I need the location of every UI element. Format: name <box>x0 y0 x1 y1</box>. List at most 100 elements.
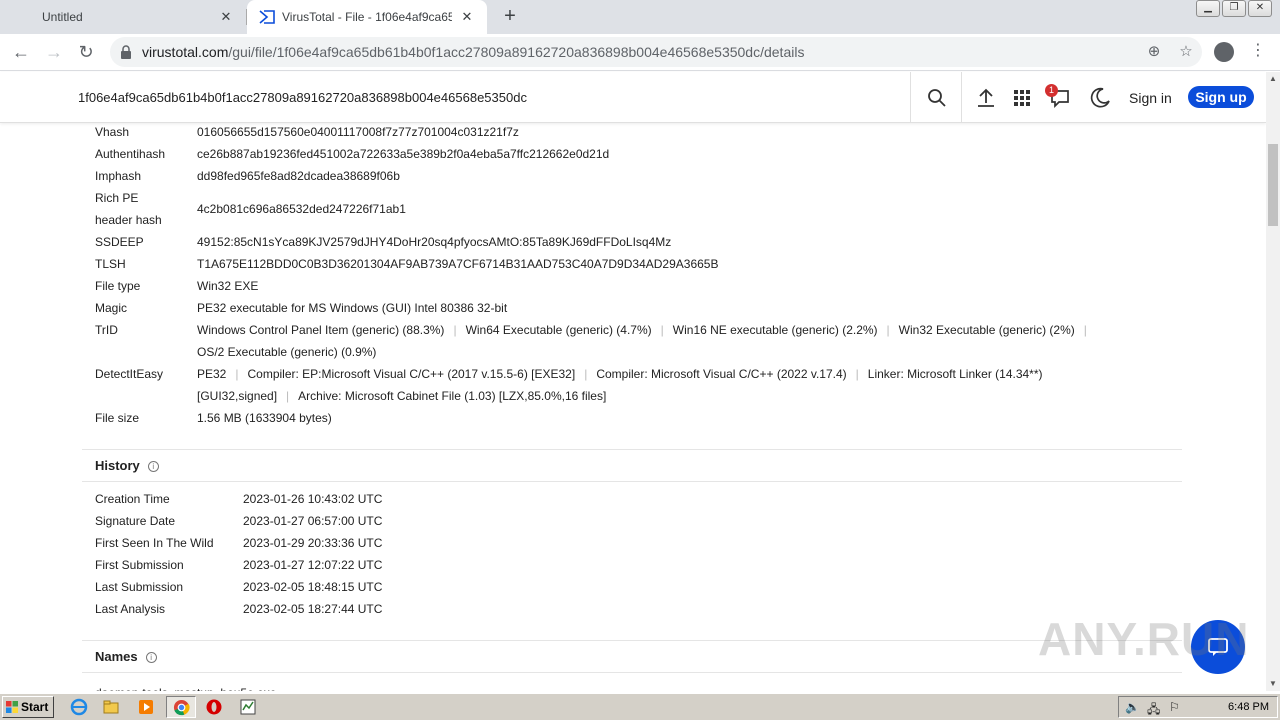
virustotal-favicon-icon <box>259 10 275 24</box>
opera-icon[interactable] <box>205 698 223 716</box>
tab-title: Untitled <box>42 10 83 24</box>
die-entry: Linker: Microsoft Linker (14.34**) <box>867 367 1043 381</box>
search-icon <box>928 89 946 107</box>
die-entry: [GUI32,signed] <box>197 389 278 403</box>
names-title-text: Names <box>95 649 138 664</box>
chrome-icon <box>173 699 190 716</box>
system-tray: 🔈 🖧 ⚐ 6:48 PM <box>1118 696 1278 718</box>
prop-value: 016056655d157560e04001117008f7z77z701004… <box>197 125 519 139</box>
page-scrollbar[interactable]: ▲ ▼ <box>1266 72 1280 691</box>
close-tab-icon[interactable]: ✕ <box>459 9 475 25</box>
apps-grid-icon[interactable] <box>1010 86 1034 110</box>
file-details-content: Vhash 016056655d157560e04001117008f7z77z… <box>0 123 1266 691</box>
die-entry: Compiler: EP:Microsoft Visual C/C++ (201… <box>247 367 576 381</box>
browser-toolbar: ← → ↻ virustotal.com/gui/file/1f06e4af9c… <box>0 34 1280 71</box>
internet-explorer-icon[interactable] <box>70 698 88 716</box>
prop-key: Authentihash <box>95 147 166 161</box>
prop-value: 4c2b081c696a86532ded247226f71ab1 <box>197 202 406 216</box>
menu-kebab-icon[interactable]: ⋮ <box>1250 40 1266 60</box>
prop-key: TLSH <box>95 257 126 271</box>
trid-line-2: OS/2 Executable (generic) (0.9%) <box>197 341 1197 363</box>
info-icon[interactable]: i <box>147 461 159 473</box>
history-value: 2023-02-05 18:27:44 UTC <box>243 602 383 616</box>
prop-value: 1.56 MB (1633904 bytes) <box>197 411 332 425</box>
trid-line-1: Windows Control Panel Item (generic) (88… <box>197 323 1087 337</box>
add-circle-icon[interactable]: ⊕ <box>1144 42 1164 62</box>
history-key: Last Analysis <box>95 602 166 616</box>
history-value: 2023-02-05 18:48:15 UTC <box>243 580 383 594</box>
scrollbar-thumb[interactable] <box>1268 144 1278 226</box>
address-bar[interactable]: virustotal.com/gui/file/1f06e4af9ca65db6… <box>110 37 1202 67</box>
history-value: 2023-01-26 10:43:02 UTC <box>243 492 383 506</box>
url-host: virustotal.com <box>142 44 229 60</box>
prop-value: Win32 EXE <box>197 279 259 293</box>
prop-key: File type <box>95 279 141 293</box>
die-entry: PE32 <box>197 367 227 381</box>
profile-avatar-icon[interactable] <box>1214 42 1234 62</box>
die-entry: Archive: Microsoft Cabinet File (1.03) [… <box>298 389 607 403</box>
search-button[interactable] <box>910 72 962 122</box>
history-key: Creation Time <box>95 492 170 506</box>
notification-badge: 1 <box>1045 84 1058 97</box>
volume-icon[interactable]: 🔈 <box>1125 700 1140 714</box>
prop-key: Vhash <box>95 125 130 139</box>
dark-mode-moon-icon[interactable] <box>1088 86 1112 110</box>
lock-icon <box>121 45 131 59</box>
taskbar-clock: 6:48 PM <box>1228 701 1269 713</box>
restore-icon[interactable]: ❐ <box>1222 0 1246 17</box>
history-key: Signature Date <box>95 514 176 528</box>
names-section-title: Names i <box>95 649 157 664</box>
bookmark-star-icon[interactable]: ☆ <box>1176 42 1196 62</box>
history-value: 2023-01-29 20:33:36 UTC <box>243 536 383 550</box>
search-input[interactable]: 1f06e4af9ca65db61b4b0f1acc27809a89162720… <box>62 72 910 122</box>
prop-value: PE32 executable for MS Windows (GUI) Int… <box>197 301 508 315</box>
prop-key: Rich PE <box>95 191 139 205</box>
tab-untitled[interactable]: Untitled ✕ <box>0 0 246 34</box>
chrome-taskbar-button[interactable] <box>166 696 196 718</box>
sign-in-link[interactable]: Sign in <box>1129 90 1172 106</box>
close-window-icon[interactable]: ✕ <box>1248 0 1272 17</box>
media-player-icon[interactable] <box>137 698 155 716</box>
die-line-2: [GUI32,signed] | Archive: Microsoft Cabine… <box>197 389 607 403</box>
start-button[interactable]: Start <box>2 696 54 718</box>
prop-value: T1A675E112BDD0C0B3D36201304AF9AB739A7CF6… <box>197 257 719 271</box>
tab-strip: Untitled ✕ VirusTotal - File - 1f06e4af9… <box>0 0 1280 34</box>
history-value: 2023-01-27 12:07:22 UTC <box>243 558 383 572</box>
windows-taskbar: Start 🔈 🖧 ⚐ 6:48 PM <box>0 693 1280 720</box>
tab-virustotal[interactable]: VirusTotal - File - 1f06e4af9ca65db61b4b… <box>247 0 487 34</box>
section-divider <box>82 640 1182 641</box>
prop-key-line2: header hash <box>95 213 162 227</box>
scroll-down-arrow-icon[interactable]: ▼ <box>1266 677 1280 691</box>
vt-header: 1f06e4af9ca65db61b4b0f1acc27809a89162720… <box>0 72 1266 123</box>
forward-arrow-icon[interactable]: → <box>42 40 66 64</box>
back-arrow-icon[interactable]: ← <box>9 40 33 64</box>
upload-icon[interactable] <box>974 86 998 110</box>
trid-entry: Win64 Executable (generic) (4.7%) <box>465 323 652 337</box>
network-icon[interactable]: 🖧 <box>1147 700 1160 721</box>
task-manager-icon[interactable] <box>239 698 257 716</box>
file-explorer-icon[interactable] <box>102 698 120 716</box>
section-divider <box>82 449 1182 450</box>
action-center-flag-icon[interactable]: ⚐ <box>1169 700 1180 714</box>
prop-key: Magic <box>95 301 128 315</box>
prop-key: File size <box>95 411 140 425</box>
prop-value: dd98fed965fe8ad82dcadea38689f06b <box>197 169 400 183</box>
prop-key: TrID <box>95 323 118 337</box>
history-key: First Seen In The Wild <box>95 536 214 550</box>
info-icon[interactable]: i <box>145 652 157 664</box>
scroll-up-arrow-icon[interactable]: ▲ <box>1266 72 1280 86</box>
die-line-1: PE32 | Compiler: EP:Microsoft Visual C/C++… <box>197 367 1043 381</box>
prop-key: SSDEEP <box>95 235 144 249</box>
url-path: /gui/file/1f06e4af9ca65db61b4b0f1acc2780… <box>228 44 805 60</box>
history-key: First Submission <box>95 558 184 572</box>
sign-up-button[interactable]: Sign up <box>1188 86 1254 108</box>
minimize-icon[interactable]: ▁ <box>1196 0 1220 17</box>
new-tab-plus-icon[interactable]: + <box>498 5 522 29</box>
tab-title: VirusTotal - File - 1f06e4af9ca65db61b4b… <box>282 10 452 24</box>
close-tab-icon[interactable]: ✕ <box>218 9 234 25</box>
trid-entry: Win32 Executable (generic) (2%) <box>898 323 1075 337</box>
reload-icon[interactable]: ↻ <box>74 40 98 64</box>
trid-entry: OS/2 Executable (generic) (0.9%) <box>197 345 377 359</box>
history-value: 2023-01-27 06:57:00 UTC <box>243 514 383 528</box>
anyrun-watermark: ANY.RUN <box>1038 613 1250 665</box>
